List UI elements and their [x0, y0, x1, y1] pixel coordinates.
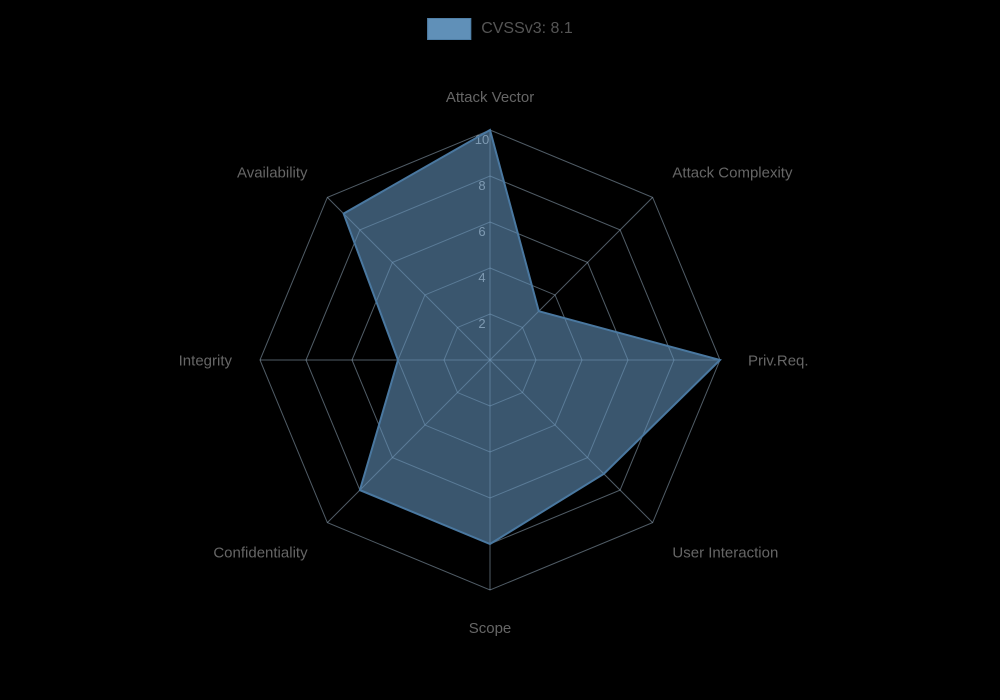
svg-text:Attack Complexity: Attack Complexity [672, 165, 793, 182]
svg-text:Integrity: Integrity [179, 352, 233, 369]
radar-svg: 246810Attack VectorAttack ComplexityPriv… [0, 0, 1000, 700]
svg-text:Availability: Availability [237, 165, 308, 182]
svg-text:Attack Vector: Attack Vector [446, 89, 534, 106]
svg-text:Confidentiality: Confidentiality [213, 544, 308, 561]
chart-container: CVSSv3: 8.1 246810Attack VectorAttack Co… [0, 0, 1000, 700]
svg-text:User Interaction: User Interaction [672, 544, 778, 561]
svg-text:Scope: Scope [469, 620, 512, 637]
svg-text:Priv.Req.: Priv.Req. [748, 352, 809, 369]
